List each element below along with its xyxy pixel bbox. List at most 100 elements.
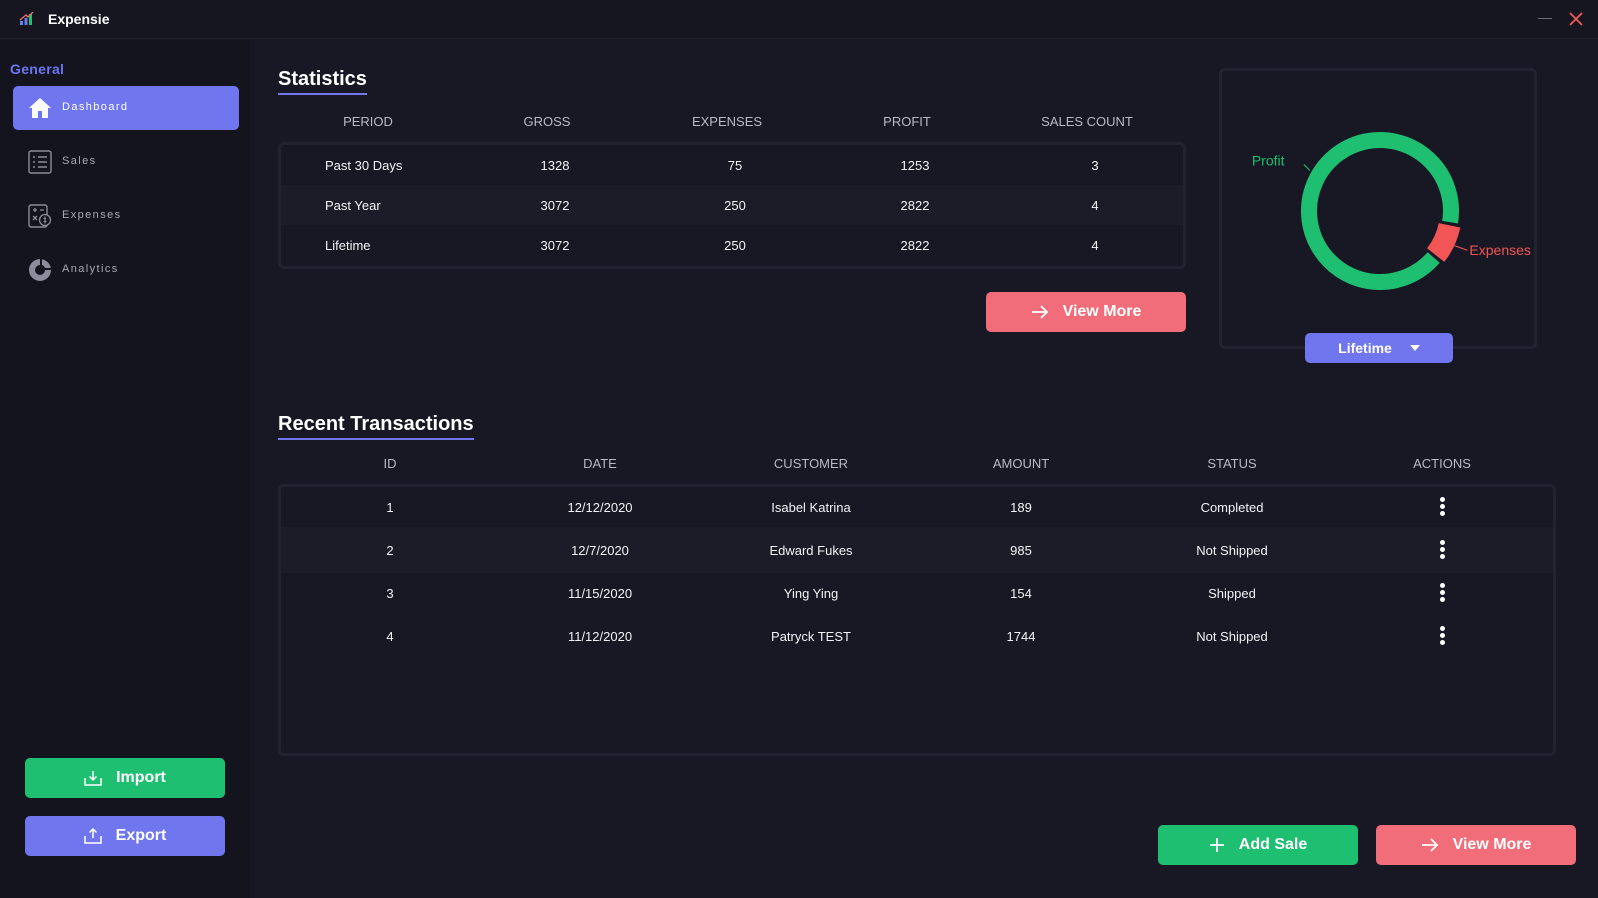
sidebar-item-label: Dashboard: [62, 101, 129, 113]
home-icon: [29, 98, 51, 118]
tx-header-id: ID: [383, 456, 397, 471]
minimize-button[interactable]: [1538, 18, 1552, 19]
row-actions-kebab-icon[interactable]: [1439, 626, 1445, 646]
export-button[interactable]: Export: [25, 816, 225, 856]
stats-cell-gross: 1328: [540, 158, 570, 173]
sidebar-section-title: General: [10, 61, 65, 77]
tx-cell-customer: Ying Ying: [783, 586, 839, 601]
table-row: Lifetime 3072 250 2822 4: [281, 225, 1183, 265]
chart-label-profit: Profit: [1252, 153, 1285, 169]
statistics-table: Past 30 Days 1328 75 1253 3 Past Year 30…: [278, 142, 1186, 269]
tx-cell-id: 2: [386, 543, 394, 558]
export-icon: [83, 828, 102, 844]
caret-down-icon: [1409, 345, 1420, 351]
sidebar-item-analytics[interactable]: Analytics: [13, 248, 239, 292]
add-sale-button[interactable]: Add Sale: [1158, 825, 1358, 865]
stats-header-period: PERIOD: [343, 114, 393, 129]
tx-header-status: STATUS: [1207, 456, 1257, 471]
tx-cell-status: Not Shipped: [1196, 543, 1268, 558]
calculator-dollar-icon: [28, 204, 52, 228]
view-more-label: View More: [1062, 303, 1142, 320]
tx-header-customer: CUSTOMER: [773, 456, 849, 471]
table-row: Past 30 Days 1328 75 1253 3: [281, 145, 1183, 185]
period-dropdown-value: Lifetime: [1338, 340, 1392, 356]
sidebar: General Dashboard Sales Expenses Analyti…: [0, 40, 250, 898]
import-button[interactable]: Import: [25, 758, 225, 798]
table-row: 4 11/12/2020 Patryck TEST 1744 Not Shipp…: [281, 613, 1553, 659]
tx-cell-date: 11/15/2020: [567, 586, 633, 601]
statistics-view-more-button[interactable]: View More: [986, 292, 1186, 332]
close-icon[interactable]: [1568, 11, 1584, 27]
stats-cell-gross: 3072: [540, 238, 570, 253]
transactions-view-more-button[interactable]: View More: [1376, 825, 1576, 865]
list-icon: [28, 150, 52, 174]
transactions-table: 1 12/12/2020 Isabel Katrina 189 Complete…: [278, 484, 1556, 756]
stats-cell-sales-count: 3: [1091, 158, 1099, 173]
tx-cell-amount: 154: [1010, 586, 1032, 601]
sidebar-item-sales[interactable]: Sales: [13, 140, 239, 184]
sidebar-item-label: Analytics: [62, 263, 119, 275]
stats-cell-gross: 3072: [540, 198, 570, 213]
tx-cell-status: Not Shipped: [1196, 629, 1268, 644]
stats-cell-expenses: 250: [724, 238, 746, 253]
tx-cell-amount: 189: [1010, 500, 1032, 515]
period-dropdown[interactable]: Lifetime: [1305, 333, 1453, 363]
tx-cell-amount: 1744: [1006, 629, 1036, 644]
tx-cell-amount: 985: [1010, 543, 1032, 558]
view-more-label: View More: [1452, 836, 1532, 853]
donut-slice-expenses: [1426, 222, 1461, 262]
import-label: Import: [116, 769, 166, 786]
stats-cell-period: Past Year: [325, 198, 381, 213]
stats-header-profit: PROFIT: [883, 114, 931, 129]
stats-cell-profit: 2822: [900, 238, 930, 253]
transactions-title: Recent Transactions: [278, 413, 474, 440]
row-actions-kebab-icon[interactable]: [1439, 540, 1445, 560]
table-row: 3 11/15/2020 Ying Ying 154 Shipped: [281, 573, 1553, 613]
stats-cell-period: Past 30 Days: [325, 158, 403, 173]
stats-cell-period: Lifetime: [325, 238, 371, 253]
tx-cell-status: Completed: [1200, 500, 1264, 515]
export-label: Export: [115, 827, 167, 844]
stats-cell-profit: 2822: [900, 198, 930, 213]
tx-cell-customer: Patryck TEST: [771, 629, 851, 644]
stats-cell-sales-count: 4: [1091, 238, 1099, 253]
app-logo-icon: [19, 12, 34, 25]
import-icon: [84, 771, 102, 786]
title-bar: Expensie: [0, 0, 1598, 39]
tx-header-amount: AMOUNT: [992, 456, 1050, 471]
stats-header-sales-count: SALES COUNT: [1041, 114, 1133, 129]
add-sale-label: Add Sale: [1238, 836, 1308, 853]
stats-cell-expenses: 250: [724, 198, 746, 213]
tx-cell-customer: Edward Fukes: [769, 543, 853, 558]
sidebar-item-dashboard[interactable]: Dashboard: [13, 86, 239, 130]
chart-label-line-profit: [1303, 164, 1311, 171]
tx-cell-id: 4: [386, 629, 394, 644]
sidebar-item-expenses[interactable]: Expenses: [13, 194, 239, 238]
tx-cell-id: 3: [386, 586, 394, 601]
donut-chart-icon: [29, 259, 51, 281]
tx-header-date: DATE: [583, 456, 617, 471]
stats-header-gross: GROSS: [523, 114, 571, 129]
sidebar-item-label: Sales: [62, 155, 97, 167]
donut-slice-profit: [1301, 132, 1459, 290]
donut-chart: Profit Expenses: [1252, 132, 1531, 290]
tx-cell-date: 12/7/2020: [571, 543, 629, 558]
profit-expenses-chart-panel: Profit Expenses: [1219, 68, 1537, 349]
tx-cell-date: 12/12/2020: [567, 500, 633, 515]
arrow-right-icon: [1031, 305, 1048, 319]
table-row: 2 12/7/2020 Edward Fukes 985 Not Shipped: [281, 527, 1553, 573]
chart-label-line-expenses: [1453, 244, 1468, 251]
table-row: Past Year 3072 250 2822 4: [281, 185, 1183, 225]
statistics-title: Statistics: [278, 68, 367, 95]
row-actions-kebab-icon[interactable]: [1439, 497, 1445, 517]
sidebar-item-label: Expenses: [62, 209, 122, 221]
chart-label-expenses: Expenses: [1469, 242, 1530, 258]
stats-cell-sales-count: 4: [1091, 198, 1099, 213]
tx-cell-date: 11/12/2020: [567, 629, 633, 644]
table-row: 1 12/12/2020 Isabel Katrina 189 Complete…: [281, 487, 1553, 527]
row-actions-kebab-icon[interactable]: [1439, 583, 1445, 603]
plus-icon: [1209, 838, 1224, 852]
app-title: Expensie: [48, 11, 110, 27]
tx-header-actions: ACTIONS: [1413, 456, 1471, 471]
tx-cell-customer: Isabel Katrina: [771, 500, 851, 515]
